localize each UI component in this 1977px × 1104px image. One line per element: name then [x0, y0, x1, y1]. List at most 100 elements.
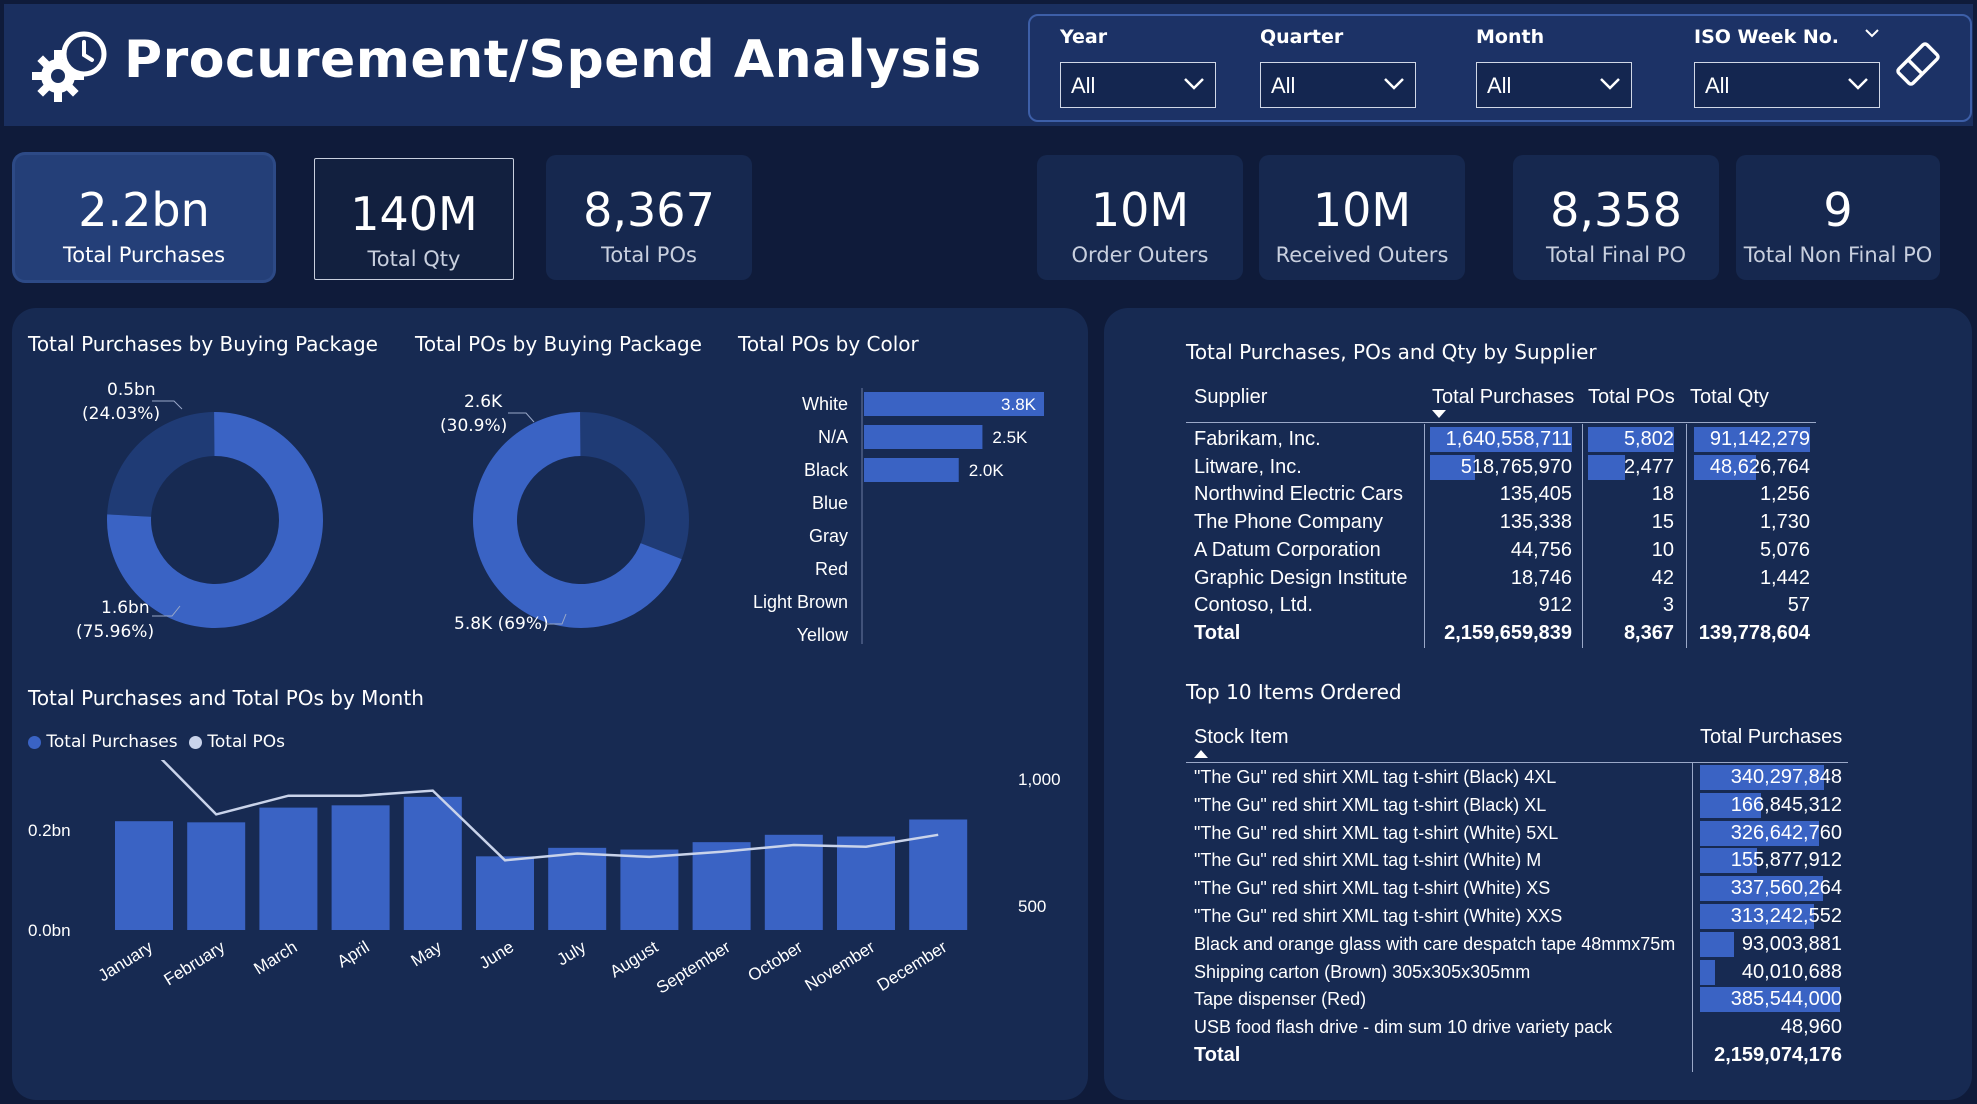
chevron-down-icon	[1848, 78, 1868, 90]
kpi-total-qty[interactable]: 140M Total Qty	[314, 158, 514, 280]
supplier-name: A Datum Corporation	[1194, 538, 1381, 561]
kpi-value: 9	[1823, 183, 1853, 237]
eraser-icon[interactable]	[1894, 40, 1942, 88]
supplier-table-title: Total Purchases, POs and Qty by Supplier	[1186, 340, 1597, 364]
x-tick-label: October	[745, 937, 807, 985]
total-purchases: 2,159,659,839	[1444, 621, 1572, 644]
column-header-total-purchases: Total Purchases	[1700, 726, 1843, 748]
pos-by-color-title: Total POs by Color	[738, 332, 919, 356]
stock-item-purchases: 40,010,688	[1741, 960, 1842, 983]
x-tick-label: January	[95, 937, 157, 985]
filter-iso-week: ISO Week No. All	[1694, 26, 1880, 108]
month-bar[interactable]	[837, 836, 895, 931]
bar-mark[interactable]	[864, 458, 959, 482]
kpi-total-pos[interactable]: 8,367 Total POs	[546, 155, 752, 280]
supplier-pos: 15	[1651, 511, 1674, 534]
kpi-label: Received Outers	[1275, 243, 1449, 267]
filter-iso-week-label: ISO Week No.	[1694, 26, 1839, 48]
gear-clock-icon	[32, 31, 107, 102]
header-divider	[1186, 422, 1816, 423]
stock-item-name: Shipping carton (Brown) 305x305x305mm	[1194, 961, 1531, 982]
bar-category-label: Blue	[812, 493, 848, 513]
supplier-name: Contoso, Ltd.	[1194, 594, 1313, 617]
supplier-qty: 1,442	[1759, 566, 1810, 589]
stock-item-purchases: 313,242,552	[1730, 905, 1842, 927]
donut-slice[interactable]	[581, 412, 689, 560]
bar-category-label: N/A	[818, 427, 848, 447]
kpi-label: Total Purchases	[62, 243, 226, 267]
supplier-pos: 18	[1651, 483, 1674, 506]
kpi-order-outers[interactable]: 10M Order Outers	[1037, 155, 1243, 280]
purchases-pos-by-month-title: Total Purchases and Total POs by Month	[28, 686, 424, 710]
month-bar[interactable]	[548, 847, 607, 930]
kpi-total-purchases[interactable]: 2.2bn Total Purchases	[15, 155, 273, 280]
chevron-down-icon[interactable]	[1864, 28, 1880, 38]
chevron-down-icon	[1184, 78, 1204, 90]
kpi-label: Total Non Final PO	[1743, 243, 1933, 267]
y-tick-label: 0.2bn	[28, 821, 71, 840]
month-bar[interactable]	[620, 849, 679, 930]
filter-quarter: Quarter All	[1260, 26, 1420, 108]
x-tick-label: April	[334, 937, 373, 971]
month-bar[interactable]	[259, 807, 318, 930]
header-divider	[1186, 762, 1848, 763]
legend-dot-pos	[188, 735, 202, 749]
kpi-label: Order Outers	[1071, 243, 1209, 267]
column-divider	[1692, 762, 1693, 1072]
month-chart-legend: Total Purchases Total POs	[28, 732, 285, 752]
month-bar[interactable]	[476, 856, 534, 930]
chevron-down-icon	[1600, 78, 1620, 90]
kpi-value: 10M	[1090, 183, 1190, 237]
x-tick-label: July	[554, 937, 590, 969]
year-dropdown[interactable]: All	[1060, 62, 1216, 108]
supplier-name: The Phone Company	[1194, 511, 1384, 534]
stock-item-name: "The Gu" red shirt XML tag t-shirt (Whit…	[1194, 878, 1551, 899]
purchases-pos-by-month-combo-chart: 0.0bn 0.2bn 500 1,000 January February March Ap…	[28, 760, 1061, 997]
quarter-dropdown[interactable]: All	[1260, 62, 1416, 108]
kpi-total-non-final-po[interactable]: 9 Total Non Final PO	[1736, 155, 1940, 280]
supplier-pos: 10	[1651, 538, 1674, 561]
iso-week-dropdown[interactable]: All	[1694, 62, 1880, 108]
bar-mark[interactable]	[864, 425, 983, 449]
x-tick-label: December	[874, 937, 951, 995]
sort-asc-icon[interactable]	[1194, 750, 1208, 758]
kpi-received-outers[interactable]: 10M Received Outers	[1259, 155, 1465, 280]
month-bar[interactable]	[692, 842, 751, 930]
kpi-label: Total POs	[601, 243, 697, 267]
x-tick-label: August	[607, 937, 662, 981]
kpi-total-final-po[interactable]: 8,358 Total Final PO	[1513, 155, 1719, 280]
supplier-purchases: 135,405	[1499, 483, 1572, 506]
month-bar[interactable]	[115, 821, 173, 930]
column-divider	[1582, 424, 1583, 648]
supplier-qty: 91,142,279	[1709, 428, 1810, 450]
donut-slice[interactable]	[107, 412, 215, 517]
bar-category-label: Red	[815, 559, 848, 579]
stock-item-name: USB food flash drive - dim sum 10 drive …	[1194, 1017, 1613, 1038]
bar-category-label: Gray	[809, 526, 848, 546]
kpi-value: 8,367	[583, 183, 715, 237]
month-dropdown[interactable]: All	[1476, 62, 1632, 108]
y2-tick-label: 500	[1018, 897, 1046, 916]
supplier-purchases: 1,640,558,711	[1445, 428, 1572, 450]
month-bar[interactable]	[764, 834, 823, 930]
donut-label-value: 1.6bn	[101, 598, 150, 618]
month-bar[interactable]	[187, 822, 246, 930]
leader-line	[546, 613, 567, 625]
filter-panel: Year All Quarter All Month All ISO Week …	[1028, 14, 1972, 122]
y-tick-label: 0.0bn	[28, 921, 71, 940]
supplier-qty: 57	[1787, 594, 1810, 617]
column-header-total-pos: Total POs	[1588, 386, 1675, 408]
stock-item-name: "The Gu" red shirt XML tag t-shirt (Whit…	[1194, 850, 1542, 871]
column-header-stock-item: Stock Item	[1194, 726, 1289, 748]
stock-item-purchases: 340,297,848	[1730, 766, 1842, 788]
month-bar[interactable]	[331, 805, 390, 930]
sort-desc-icon[interactable]	[1432, 410, 1446, 418]
x-tick-label: May	[408, 937, 446, 970]
kpi-value: 8,358	[1550, 183, 1682, 237]
filter-month-label: Month	[1476, 26, 1545, 48]
month-bar[interactable]	[403, 796, 462, 930]
month-bar[interactable]	[909, 819, 968, 931]
kpi-value: 10M	[1312, 183, 1412, 237]
stock-item-name: "The Gu" red shirt XML tag t-shirt (Whit…	[1194, 822, 1559, 843]
pos-by-package-donut[interactable]	[461, 400, 701, 640]
